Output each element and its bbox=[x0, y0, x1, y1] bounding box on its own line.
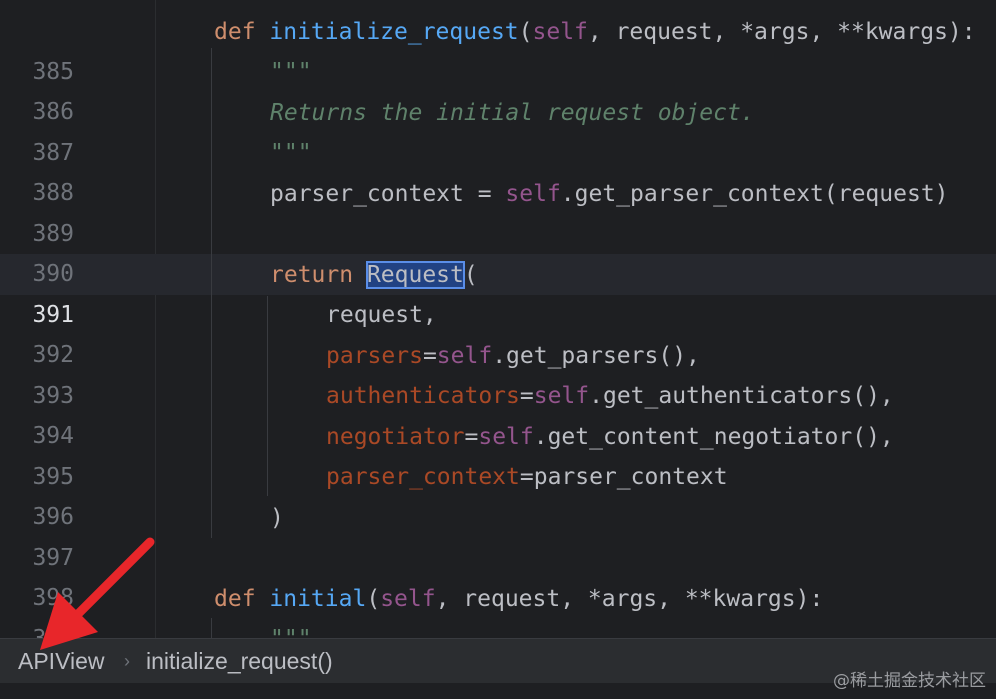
code-text[interactable]: authenticators=self.get_authenticators()… bbox=[326, 376, 894, 416]
selected-identifier[interactable]: Request bbox=[365, 261, 465, 289]
code-text[interactable]: parser_context = self.get_parser_context… bbox=[270, 174, 949, 214]
breadcrumb-item-method[interactable]: initialize_request() bbox=[146, 646, 333, 676]
code-line[interactable]: 392 request, bbox=[0, 295, 996, 368]
code-line[interactable]: 389 parser_context = self.get_parser_con… bbox=[0, 174, 996, 247]
code-line[interactable]: 400 """ bbox=[0, 619, 996, 638]
code-line[interactable]: 386 """ bbox=[0, 52, 996, 125]
code-line[interactable]: 393 parsers=self.get_parsers(), bbox=[0, 336, 996, 409]
code-line[interactable]: 397 ) bbox=[0, 498, 996, 571]
code-text[interactable]: ) bbox=[270, 498, 284, 538]
code-line[interactable]: 387 Returns the initial request object. bbox=[0, 93, 996, 166]
code-text[interactable]: """ bbox=[270, 52, 312, 92]
code-text[interactable]: negotiator=self.get_content_negotiator()… bbox=[326, 417, 894, 457]
code-line[interactable]: 385 def initialize_request(self, request… bbox=[0, 12, 996, 85]
code-line[interactable]: 398 bbox=[0, 538, 996, 611]
watermark: @稀土掘金技术社区 bbox=[833, 671, 986, 691]
code-text[interactable]: return Request( bbox=[270, 255, 478, 295]
code-text[interactable]: request, bbox=[326, 295, 437, 335]
breadcrumb-separator-icon: › bbox=[124, 651, 130, 671]
breadcrumb-item-class[interactable]: APIView bbox=[18, 646, 105, 676]
code-line[interactable]: 395 negotiator=self.get_content_negotiat… bbox=[0, 417, 996, 490]
code-line[interactable]: 394 authenticators=self.get_authenticato… bbox=[0, 376, 996, 449]
code-text[interactable]: parser_context=parser_context bbox=[326, 457, 728, 497]
code-line-current[interactable]: 391 return Request( bbox=[0, 255, 996, 328]
code-text[interactable]: def initialize_request(self, request, *a… bbox=[214, 12, 976, 52]
code-line[interactable]: 388 """ bbox=[0, 133, 996, 206]
code-text[interactable]: Returns the initial request object. bbox=[270, 93, 755, 133]
code-text[interactable]: """ bbox=[270, 133, 312, 173]
code-line[interactable]: 390 bbox=[0, 214, 996, 287]
code-line[interactable]: 399 def initial(self, request, *args, **… bbox=[0, 579, 996, 638]
code-line[interactable]: 396 parser_context=parser_context bbox=[0, 457, 996, 530]
code-editor[interactable]: 385 def initialize_request(self, request… bbox=[0, 0, 996, 638]
code-text[interactable]: def initial(self, request, *args, **kwar… bbox=[214, 579, 823, 619]
code-text[interactable]: """ bbox=[270, 619, 312, 638]
code-text[interactable]: parsers=self.get_parsers(), bbox=[326, 336, 700, 376]
